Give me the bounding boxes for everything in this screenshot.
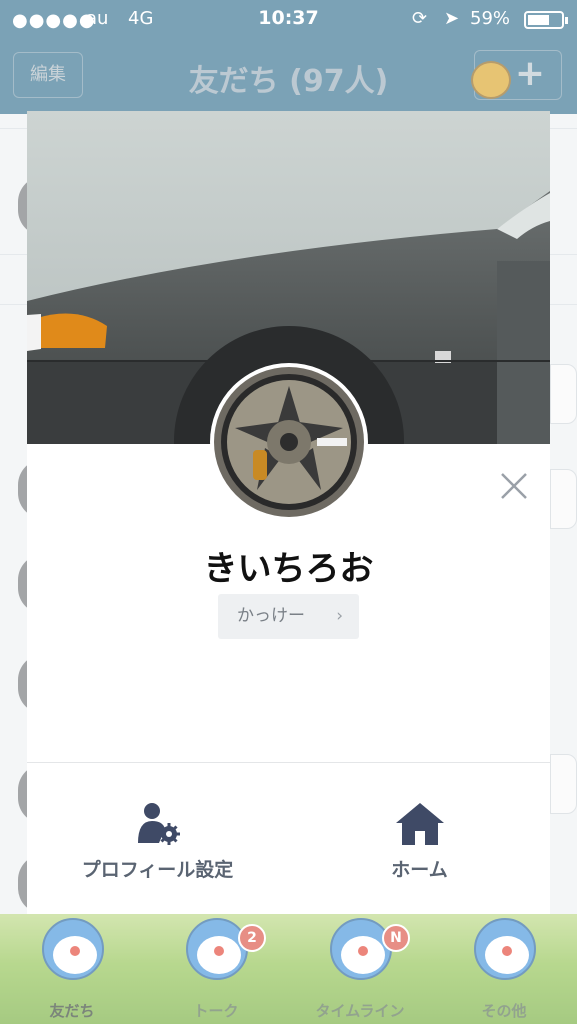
profile-settings-button[interactable]: プロフィール設定 bbox=[27, 763, 288, 914]
close-button[interactable] bbox=[497, 469, 531, 503]
chevron-right-icon: › bbox=[336, 606, 343, 626]
close-icon bbox=[501, 473, 527, 499]
home-icon bbox=[289, 801, 550, 847]
status-message[interactable]: かっけー › bbox=[218, 594, 359, 639]
profile-avatar[interactable] bbox=[210, 363, 368, 521]
profile-settings-label: プロフィール設定 bbox=[81, 859, 234, 881]
profile-card: きいちろお かっけー › プロフィール設定 ホーム bbox=[27, 111, 550, 914]
home-button[interactable]: ホーム bbox=[289, 763, 550, 914]
home-label: ホーム bbox=[391, 859, 448, 881]
profile-settings-icon bbox=[27, 801, 288, 847]
profile-name: きいちろお bbox=[203, 549, 374, 589]
status-message-text: かっけー bbox=[237, 606, 305, 626]
